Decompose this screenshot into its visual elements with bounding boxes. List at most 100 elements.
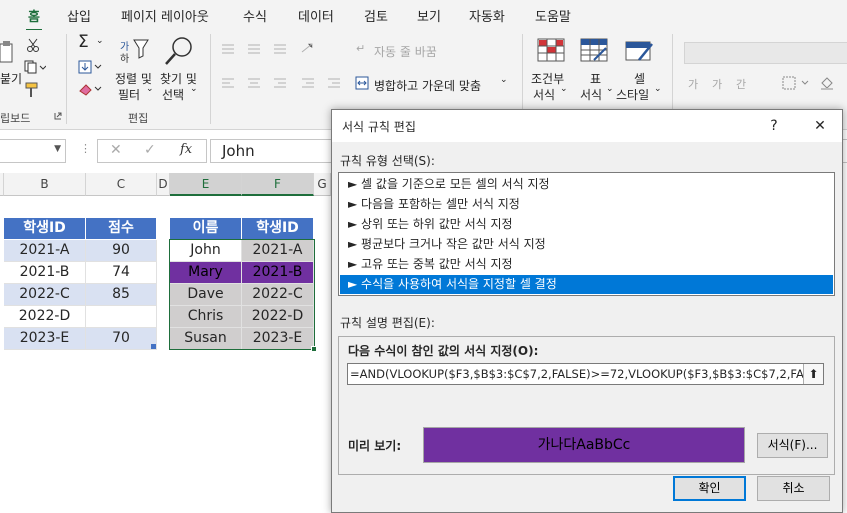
formula-buttons: ✕ ✓ fx — [97, 139, 207, 163]
table1-header-score[interactable]: 점수 — [86, 218, 157, 240]
tab-insert[interactable]: 삽입 — [67, 6, 91, 25]
chevron-down-icon[interactable]: ▼ — [54, 144, 61, 154]
tab-view[interactable]: 보기 — [417, 6, 441, 25]
help-button[interactable]: ? — [762, 115, 786, 137]
cond-format-label-2[interactable]: 서식 — [533, 86, 555, 103]
tab-help[interactable]: 도움말 — [535, 6, 571, 25]
cell-style-label-2[interactable]: 스타일 — [616, 86, 649, 103]
format-as-table-icon[interactable] — [580, 38, 610, 64]
alignment-bottom-icons[interactable] — [220, 76, 350, 90]
fill-icon[interactable] — [78, 60, 102, 74]
edit-format-rule-dialog: 서식 규칙 편집 ? ✕ 규칙 유형 선택(S): ► 셀 값을 기준으로 모든… — [331, 109, 843, 513]
paste-label[interactable]: 붙기 — [0, 70, 22, 87]
font-name-box[interactable] — [684, 42, 847, 64]
dialog-titlebar[interactable]: 서식 규칙 편집 ? ✕ — [332, 110, 842, 142]
table1-cell[interactable]: 2023-E — [4, 328, 86, 350]
chevron-down-icon[interactable]: ⌄ — [606, 84, 614, 94]
tab-formulas[interactable]: 수식 — [243, 6, 267, 25]
chevron-down-icon[interactable]: ⌄ — [500, 75, 508, 85]
cut-icon[interactable] — [26, 38, 40, 52]
rule-type-item[interactable]: ► 셀 값을 기준으로 모든 셀의 서식 지정 — [340, 175, 833, 194]
format-painter-icon[interactable] — [24, 82, 40, 98]
font-size-increase[interactable]: 가 — [688, 76, 698, 92]
tab-data[interactable]: 데이터 — [298, 6, 334, 25]
tab-home[interactable]: 홈 — [26, 6, 42, 32]
tab-automate[interactable]: 자동화 — [469, 6, 505, 25]
table1-cell[interactable]: 2022-C — [4, 284, 86, 306]
fill-color-icon[interactable] — [820, 76, 847, 90]
format-preview: 가나다AaBbCc — [423, 427, 745, 463]
rule-type-item[interactable]: ► 상위 또는 하위 값만 서식 지정 — [340, 215, 833, 234]
rule-type-item[interactable]: ► 평균보다 크거나 작은 값만 서식 지정 — [340, 235, 833, 254]
cell-styles-icon[interactable] — [625, 38, 655, 64]
cell-style-label-1[interactable]: 셀 — [634, 70, 645, 87]
alignment-top-icons[interactable] — [220, 42, 330, 56]
autosum-icon[interactable]: Σ — [78, 32, 89, 52]
column-header-b[interactable]: B — [4, 173, 86, 196]
wrap-text-button[interactable]: 자동 줄 바꿈 — [374, 43, 437, 60]
tab-page-layout[interactable]: 페이지 레이아웃 — [121, 6, 209, 25]
table-resize-handle[interactable] — [151, 344, 156, 349]
chevron-down-icon[interactable]: ⌄ — [560, 84, 568, 94]
chevron-down-icon[interactable]: ⌄ — [96, 36, 104, 46]
chevron-down-icon[interactable]: ⌄ — [190, 84, 198, 94]
clear-icon[interactable] — [78, 82, 102, 96]
table1-cell[interactable]: 74 — [86, 262, 157, 284]
close-icon[interactable]: ✕ — [808, 115, 832, 137]
phonetic-guide[interactable]: 간 — [736, 76, 746, 92]
format-button[interactable]: 서식(F)... — [757, 433, 828, 458]
rule-type-item[interactable]: ► 고유 또는 중복 값만 서식 지정 — [340, 255, 833, 274]
collapse-dialog-icon[interactable]: ⬆ — [803, 364, 823, 384]
paste-icon[interactable] — [0, 40, 14, 66]
copy-icon[interactable] — [24, 60, 46, 74]
merge-center-icon[interactable] — [355, 76, 369, 90]
find-select-icon[interactable] — [164, 36, 196, 66]
table1-cell[interactable]: 90 — [86, 240, 157, 262]
table1-cell[interactable]: 2022-D — [4, 306, 86, 328]
selection-range — [169, 239, 315, 350]
cancel-icon[interactable]: ✕ — [110, 142, 122, 158]
table2-header-student-id[interactable]: 학생ID — [242, 218, 314, 240]
find-select-label-2[interactable]: 선택 — [162, 86, 184, 103]
svg-text:가: 가 — [120, 41, 129, 53]
rule-type-item-selected[interactable]: ► 수식을 사용하여 서식을 지정할 셀 결정 — [340, 275, 833, 294]
preview-label: 미리 보기: — [348, 439, 402, 453]
wrap-text-icon[interactable]: ↵ — [356, 42, 365, 55]
column-header-c[interactable]: C — [86, 173, 157, 196]
more-options-icon[interactable]: ⋮ — [80, 142, 91, 155]
column-header-g[interactable]: G — [314, 173, 331, 196]
enter-icon[interactable]: ✓ — [144, 142, 156, 158]
chevron-down-icon[interactable]: ⌄ — [146, 84, 154, 94]
cancel-button[interactable]: 취소 — [757, 476, 830, 501]
table1-cell[interactable]: 2021-B — [4, 262, 86, 284]
fill-handle[interactable] — [311, 346, 317, 352]
column-header-f[interactable]: F — [242, 173, 314, 196]
table1-cell[interactable] — [86, 306, 157, 328]
formula-field[interactable]: =AND(VLOOKUP($F3,$B$3:$C$7,2,FALSE)>=72,… — [347, 363, 824, 385]
sort-filter-icon[interactable]: 가하 — [118, 38, 152, 64]
column-header-d[interactable]: D — [157, 173, 170, 196]
sort-filter-label-2[interactable]: 필터 — [118, 86, 140, 103]
clipboard-group-label: 립보드 — [0, 112, 31, 125]
table1-cell[interactable]: 70 — [86, 328, 157, 350]
borders-icon[interactable] — [782, 76, 812, 90]
chevron-down-icon[interactable]: ⌄ — [654, 84, 662, 94]
merge-center-button[interactable]: 병합하고 가운데 맞춤 — [374, 77, 481, 94]
table1-cell[interactable]: 85 — [86, 284, 157, 306]
dialog-launcher-icon[interactable] — [54, 112, 62, 120]
rule-type-list[interactable]: ► 셀 값을 기준으로 모든 셀의 서식 지정 ► 다음을 포함하는 셀만 서식… — [338, 172, 835, 296]
name-box[interactable]: ▼ — [0, 139, 66, 163]
font-size-decrease[interactable]: 가 — [712, 76, 722, 92]
ok-button[interactable]: 확인 — [673, 476, 746, 501]
table-format-label-2[interactable]: 서식 — [580, 86, 602, 103]
table2-header-name[interactable]: 이름 — [170, 218, 242, 240]
tab-review[interactable]: 검토 — [364, 6, 388, 25]
table1-cell[interactable]: 2021-A — [4, 240, 86, 262]
table-format-label-1[interactable]: 표 — [590, 70, 601, 87]
table1-header-student-id[interactable]: 학생ID — [4, 218, 86, 240]
rule-description-label: 규칙 설명 편집(E): — [340, 316, 435, 330]
insert-function-icon[interactable]: fx — [180, 142, 192, 157]
column-header-e[interactable]: E — [170, 173, 242, 196]
rule-type-item[interactable]: ► 다음을 포함하는 셀만 서식 지정 — [340, 195, 833, 214]
conditional-format-icon[interactable] — [537, 38, 567, 64]
